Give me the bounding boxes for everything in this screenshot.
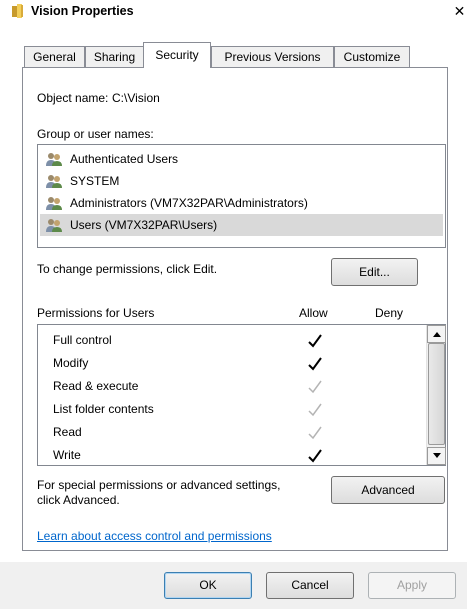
- permission-row: Read: [53, 425, 82, 447]
- user-list[interactable]: Authenticated Users SYSTEM Administrator…: [37, 144, 446, 248]
- permission-name: List folder contents: [53, 402, 154, 416]
- scroll-thumb[interactable]: [428, 343, 445, 445]
- permission-row: Modify: [53, 356, 88, 378]
- allow-check-icon: [308, 403, 322, 417]
- permission-row: Write: [53, 448, 81, 470]
- object-name-label: Object name:: [37, 91, 109, 105]
- permission-name: Full control: [53, 333, 112, 347]
- user-name: Users (VM7X32PAR\Users): [70, 218, 218, 232]
- deny-header: Deny: [375, 306, 404, 320]
- list-item-system[interactable]: SYSTEM: [40, 170, 443, 192]
- scroll-up-button[interactable]: [427, 325, 446, 343]
- list-item-administrators[interactable]: Administrators (VM7X32PAR\Administrators…: [40, 192, 443, 214]
- permission-row: Read & execute: [53, 379, 138, 401]
- user-name: SYSTEM: [70, 174, 120, 188]
- allow-check-icon: [308, 334, 322, 348]
- scroll-down-button[interactable]: [427, 447, 446, 465]
- arrow-up-icon: [433, 332, 441, 337]
- allow-check-icon: [308, 426, 322, 440]
- user-name: Administrators (VM7X32PAR\Administrators…: [70, 196, 308, 210]
- change-permissions-hint: To change permissions, click Edit.: [37, 262, 218, 276]
- users-icon: [46, 197, 62, 210]
- users-icon: [46, 153, 62, 166]
- object-name-value: C:\Vision: [112, 91, 160, 105]
- group-names-label: Group or user names:: [37, 127, 154, 141]
- permission-name: Write: [53, 448, 81, 462]
- user-name: Authenticated Users: [70, 152, 179, 166]
- list-item-users[interactable]: Users (VM7X32PAR\Users): [40, 214, 443, 236]
- permissions-header: Permissions for Users: [37, 306, 155, 320]
- users-icon: [46, 175, 62, 188]
- allow-check-icon: [308, 357, 322, 371]
- edit-button[interactable]: Edit...: [331, 258, 418, 286]
- arrow-down-icon: [433, 453, 441, 458]
- advanced-button[interactable]: Advanced: [331, 476, 445, 504]
- permission-row: Full control: [53, 333, 112, 355]
- allow-check-icon: [308, 380, 322, 394]
- advanced-hint-line2: click Advanced.: [37, 493, 120, 507]
- users-icon: [46, 219, 62, 232]
- advanced-hint-line1: For special permissions or advanced sett…: [37, 478, 281, 492]
- permission-name: Read: [53, 425, 82, 439]
- permissions-list[interactable]: Full control Modify Read & execute List …: [37, 324, 446, 466]
- allow-check-icon: [308, 449, 322, 463]
- permission-name: Modify: [53, 356, 89, 370]
- permission-name: Read & execute: [53, 379, 139, 393]
- list-item-authenticated-users[interactable]: Authenticated Users: [40, 148, 443, 170]
- allow-header: Allow: [299, 306, 328, 320]
- permission-row: List folder contents: [53, 402, 154, 424]
- learn-more-link[interactable]: Learn about access control and permissio…: [37, 529, 272, 543]
- permissions-scrollbar[interactable]: [426, 325, 446, 465]
